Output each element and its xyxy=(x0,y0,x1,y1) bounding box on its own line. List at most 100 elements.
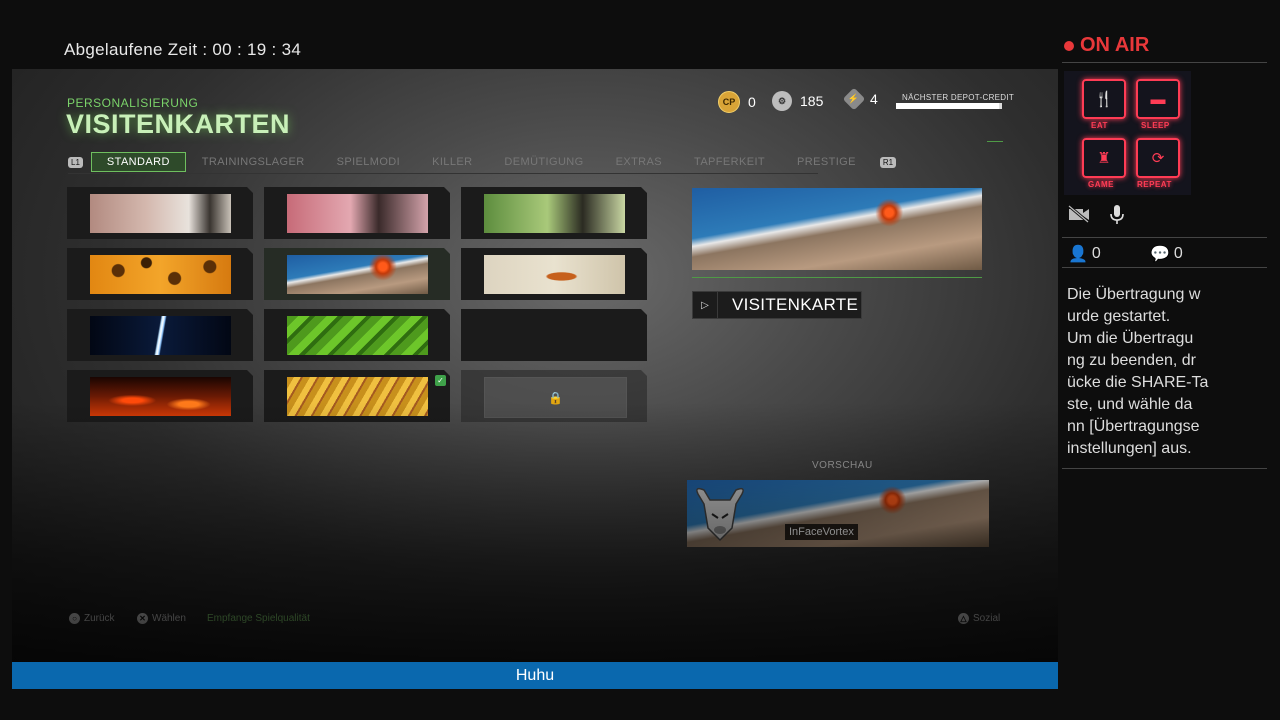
calling-card-grid: ✓ 🔒 xyxy=(67,187,647,422)
repeat-icon: ⟳ xyxy=(1136,138,1180,178)
camera-off-icon[interactable] xyxy=(1068,204,1090,230)
tab-spielmodi[interactable]: SPIELMODI xyxy=(321,152,417,172)
message-line: urde gestartet. xyxy=(1067,308,1171,325)
message-line: Um die Übertragu xyxy=(1067,330,1194,347)
select-label: Wählen xyxy=(152,613,186,624)
card-gun[interactable] xyxy=(461,309,647,361)
card-thumbnail xyxy=(90,316,231,355)
game-viewport: PERSONALISIERUNG VISITENKARTEN CP 0 ⚙ 18… xyxy=(12,69,1058,662)
live-dot-icon xyxy=(1064,40,1074,51)
channel-logo: 🍴 EAT ▬ SLEEP ♜ GAME ⟳ REPEAT xyxy=(1064,71,1191,195)
comment-count: 💬 0 xyxy=(1150,244,1232,264)
card-squirrel[interactable] xyxy=(461,248,647,300)
logo-label-repeat: REPEAT xyxy=(1137,180,1172,189)
triangle-button-icon: △ xyxy=(958,613,969,624)
header-divider xyxy=(987,141,1003,142)
page-title: VISITENKARTEN xyxy=(66,109,291,139)
card-thumbnail xyxy=(287,316,428,355)
card-thumbnail xyxy=(287,194,428,233)
card-green-scales[interactable] xyxy=(264,309,450,361)
card-thumbnail xyxy=(484,194,625,233)
tab-killer[interactable]: KILLER xyxy=(416,152,488,172)
message-line: ng zu beenden, dr xyxy=(1067,352,1196,369)
play-icon: ▷ xyxy=(693,292,718,318)
card-thumbnail xyxy=(90,255,231,294)
social-hint[interactable]: △ Sozial xyxy=(958,613,1000,624)
visitenkarte-button[interactable]: ▷ VISITENKARTE xyxy=(692,291,862,319)
message-line: nn [Übertragungse xyxy=(1067,418,1200,435)
checkmark-icon: ✓ xyxy=(435,375,446,386)
on-air-indicator: ON AIR xyxy=(1064,34,1149,57)
logo-label-eat: EAT xyxy=(1091,121,1108,130)
card-soldier-red[interactable] xyxy=(264,187,450,239)
panel-divider-mid xyxy=(1062,237,1267,238)
card-gold[interactable]: ✓ xyxy=(264,370,450,422)
message-line: Die Übertragung w xyxy=(1067,286,1201,303)
card-thumbnail xyxy=(90,194,231,233)
microphone-icon[interactable] xyxy=(1110,205,1124,230)
cross-button-icon: ✕ xyxy=(137,613,148,624)
depot-label: NÄCHSTER DEPOT-CREDIT xyxy=(902,93,1015,102)
card-lightning[interactable] xyxy=(67,309,253,361)
elapsed-value: 00 : 19 : 34 xyxy=(212,40,302,59)
stream-controls xyxy=(1068,204,1124,230)
gamer-icon: ♜ xyxy=(1082,138,1126,178)
player-name: InFaceVortex xyxy=(785,524,858,540)
cp-balance: CP 0 xyxy=(718,91,756,113)
tab-standard[interactable]: STANDARD xyxy=(90,152,186,172)
select-hint[interactable]: ✕ Wählen xyxy=(137,613,186,624)
stream-message: Die Übertragung w urde gestartet. Um die… xyxy=(1067,284,1257,460)
card-thumbnail xyxy=(287,255,428,294)
back-hint[interactable]: ○ Zurück xyxy=(69,613,115,624)
person-icon: 👤 xyxy=(1068,246,1088,263)
tabs-underline xyxy=(68,173,818,174)
viewer-count: 👤 0 xyxy=(1068,244,1150,264)
depot-progress-bar xyxy=(896,103,1002,109)
cp-value: 0 xyxy=(748,94,756,110)
credits-balance: ⚡ 4 xyxy=(842,87,878,111)
selected-card-underline xyxy=(692,277,982,278)
cp-coin-icon: CP xyxy=(718,91,740,113)
card-locked[interactable]: 🔒 xyxy=(461,370,647,422)
section-label: PERSONALISIERUNG xyxy=(67,96,199,110)
bolt-icon: ⚡ xyxy=(842,87,866,111)
elapsed-time: Abgelaufene Zeit : 00 : 19 : 34 xyxy=(64,40,301,60)
preview-label: VORSCHAU xyxy=(812,460,873,471)
l1-button-icon[interactable]: L1 xyxy=(68,156,83,168)
fork-knife-icon: 🍴 xyxy=(1082,79,1126,119)
card-volcano[interactable] xyxy=(264,248,450,300)
circle-button-icon: ○ xyxy=(69,613,80,624)
panel-divider-stats xyxy=(1062,267,1267,268)
card-thumbnail xyxy=(484,255,625,294)
panel-divider-top xyxy=(1062,62,1267,63)
bed-icon: ▬ xyxy=(1136,79,1180,119)
card-thumbnail xyxy=(484,316,625,355)
on-air-label: ON AIR xyxy=(1080,34,1150,56)
card-thumbnail xyxy=(90,377,231,416)
r1-button-icon[interactable]: R1 xyxy=(879,156,897,168)
category-tabs: L1 STANDARD TRAININGSLAGER SPIELMODI KIL… xyxy=(68,151,904,173)
message-line: ste, und wähle da xyxy=(1067,396,1193,413)
tab-trainingslager[interactable]: TRAININGSLAGER xyxy=(186,152,321,172)
parts-value: 185 xyxy=(800,93,824,109)
card-soldier-pink[interactable] xyxy=(67,187,253,239)
gear-icon: ⚙ xyxy=(772,91,792,111)
elapsed-label: Abgelaufene Zeit : xyxy=(64,40,208,59)
parts-balance: ⚙ 185 xyxy=(772,91,823,111)
tab-tapferkeit[interactable]: TAPFERKEIT xyxy=(678,152,781,172)
card-thumbnail xyxy=(287,377,428,416)
logo-label-sleep: SLEEP xyxy=(1141,121,1170,130)
card-soldier-green[interactable] xyxy=(461,187,647,239)
tab-demuetigung[interactable]: DEMÜTIGUNG xyxy=(488,152,599,172)
message-ticker: Huhu xyxy=(12,662,1058,689)
tab-extras[interactable]: EXTRAS xyxy=(600,152,678,172)
card-leopard[interactable] xyxy=(67,248,253,300)
logo-label-game: GAME xyxy=(1088,180,1114,189)
visitenkarte-label: VISITENKARTE xyxy=(732,295,859,314)
message-line: instellungen] aus. xyxy=(1067,440,1192,457)
tab-prestige[interactable]: PRESTIGE xyxy=(781,152,872,172)
stream-stats: 👤 0 💬 0 xyxy=(1068,244,1232,264)
card-fire[interactable] xyxy=(67,370,253,422)
panel-divider-bottom xyxy=(1062,468,1267,469)
quality-status: Empfange Spielqualität xyxy=(207,613,310,624)
